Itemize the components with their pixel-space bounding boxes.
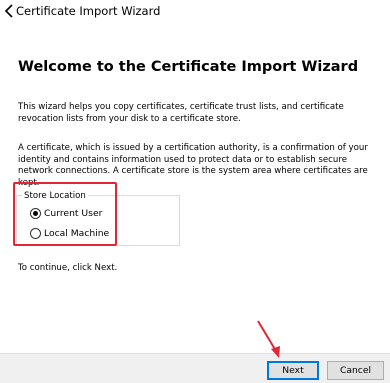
red-arrow-annotation: [257, 320, 280, 358]
certificate-import-wizard-window: Certificate Import Wizard Welcome to the…: [0, 0, 390, 383]
cancel-button[interactable]: Cancel: [327, 361, 384, 380]
back-arrow-icon[interactable]: [2, 3, 16, 19]
highlight-box: [13, 182, 117, 246]
page-title: Welcome to the Certificate Import Wizard: [18, 59, 359, 75]
next-button[interactable]: Next: [267, 361, 319, 380]
window-title: Certificate Import Wizard: [16, 4, 161, 18]
continue-hint: To continue, click Next.: [18, 263, 118, 273]
intro-text: This wizard helps you copy certificates,…: [18, 102, 344, 124]
title-bar: Certificate Import Wizard: [0, 0, 390, 24]
